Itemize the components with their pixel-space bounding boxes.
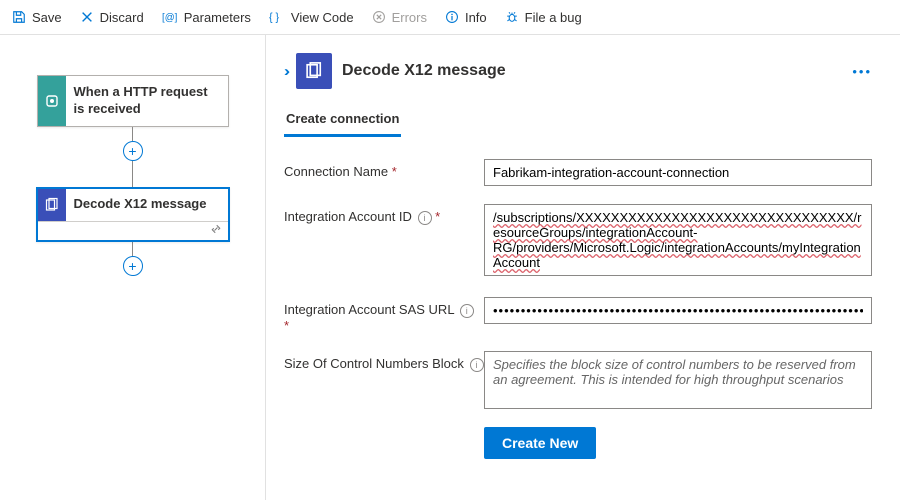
- info-icon[interactable]: i: [470, 358, 484, 372]
- svg-text:{ }: { }: [269, 12, 280, 24]
- save-label: Save: [32, 10, 62, 25]
- discard-button[interactable]: Discard: [74, 6, 150, 29]
- discard-icon: [80, 10, 94, 24]
- parameters-icon: [@]: [162, 10, 178, 24]
- block-size-input[interactable]: Specifies the block size of control numb…: [484, 351, 872, 409]
- create-new-button[interactable]: Create New: [484, 427, 596, 459]
- save-button[interactable]: Save: [6, 6, 68, 29]
- block-size-label: Size Of Control Numbers Block i: [284, 351, 484, 409]
- view-code-button[interactable]: { } View Code: [263, 6, 360, 29]
- required-marker: *: [435, 209, 440, 224]
- collapse-icon[interactable]: ››: [284, 63, 286, 80]
- file-bug-button[interactable]: File a bug: [499, 6, 588, 29]
- action-node-decode-x12[interactable]: Decode X12 message: [36, 187, 230, 242]
- x12-icon: [38, 189, 66, 221]
- info-icon: [445, 10, 459, 24]
- connection-icon: [210, 223, 222, 238]
- trigger-label: When a HTTP request is received: [66, 76, 228, 126]
- info-icon[interactable]: i: [418, 211, 432, 225]
- view-code-label: View Code: [291, 10, 354, 25]
- required-marker: *: [392, 164, 397, 179]
- integration-account-id-label: Integration Account ID i *: [284, 204, 484, 279]
- integration-account-id-input[interactable]: /subscriptions/XXXXXXXXXXXXXXXXXXXXXXXXX…: [484, 204, 872, 276]
- add-step-button[interactable]: +: [123, 256, 143, 276]
- info-label: Info: [465, 10, 487, 25]
- trigger-node[interactable]: When a HTTP request is received: [37, 75, 229, 127]
- info-icon[interactable]: i: [460, 304, 474, 318]
- connection-name-label: Connection Name *: [284, 159, 484, 186]
- errors-label: Errors: [392, 10, 427, 25]
- required-marker: *: [284, 318, 289, 333]
- tabs: Create connection: [284, 111, 872, 137]
- workflow-canvas: When a HTTP request is received + Decode…: [0, 35, 265, 500]
- sas-url-label: Integration Account SAS URL i*: [284, 297, 484, 333]
- edge: [132, 242, 133, 256]
- panel-title: Decode X12 message: [342, 62, 842, 80]
- add-step-button[interactable]: +: [123, 141, 143, 161]
- tab-create-connection[interactable]: Create connection: [284, 111, 401, 137]
- action-label: Decode X12 message: [66, 189, 228, 221]
- main-area: When a HTTP request is received + Decode…: [0, 35, 900, 500]
- edge: [132, 161, 133, 187]
- connection-name-input[interactable]: [484, 159, 872, 186]
- x12-icon: [296, 53, 332, 89]
- sas-url-input[interactable]: [484, 297, 872, 324]
- edge: [132, 127, 133, 141]
- file-bug-label: File a bug: [525, 10, 582, 25]
- parameters-label: Parameters: [184, 10, 251, 25]
- connection-form: Connection Name * Integration Account ID…: [284, 159, 872, 459]
- bug-icon: [505, 10, 519, 24]
- details-panel: ›› Decode X12 message ••• Create connect…: [265, 35, 900, 500]
- http-icon: [38, 76, 66, 126]
- parameters-button[interactable]: [@] Parameters: [156, 6, 257, 29]
- toolbar: Save Discard [@] Parameters { } View Cod…: [0, 0, 900, 35]
- info-button[interactable]: Info: [439, 6, 493, 29]
- svg-text:[@]: [@]: [162, 13, 178, 24]
- errors-button: Errors: [366, 6, 433, 29]
- errors-icon: [372, 10, 386, 24]
- save-icon: [12, 10, 26, 24]
- braces-icon: { }: [269, 10, 285, 24]
- more-menu-button[interactable]: •••: [852, 64, 872, 79]
- discard-label: Discard: [100, 10, 144, 25]
